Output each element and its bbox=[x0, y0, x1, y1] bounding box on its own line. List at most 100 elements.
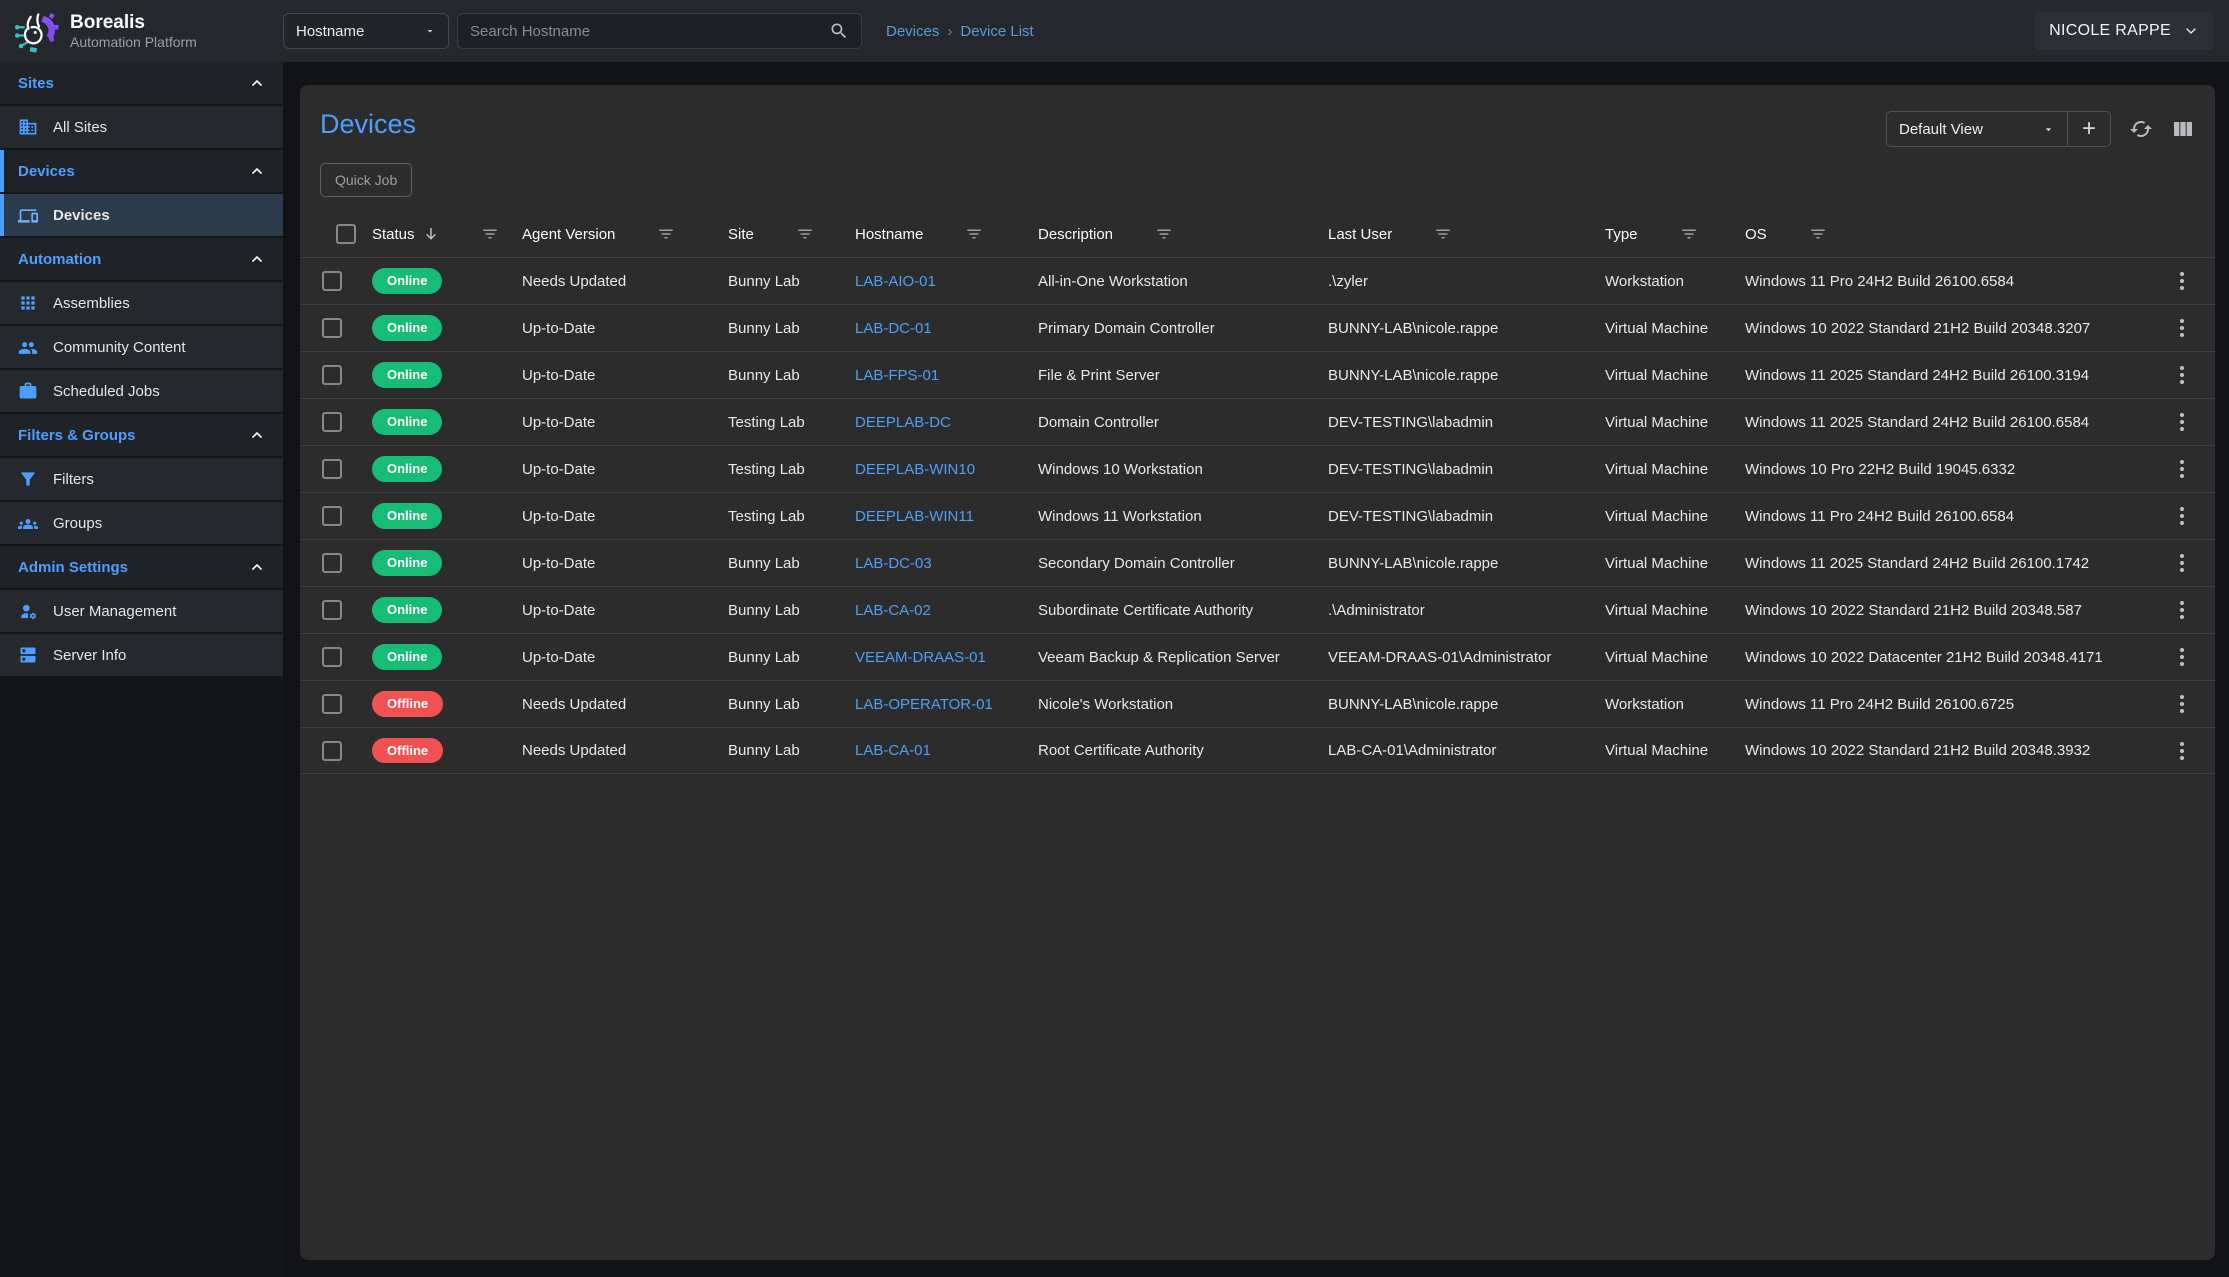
description-cell: All-in-One Workstation bbox=[1024, 273, 1314, 290]
sort-desc-icon bbox=[423, 226, 439, 242]
sidebar-item-user-management[interactable]: User Management bbox=[0, 590, 283, 634]
agent-version-cell: Up-to-Date bbox=[508, 414, 714, 431]
select-all-checkbox[interactable] bbox=[336, 224, 356, 244]
view-selector[interactable]: Default View bbox=[1887, 112, 2067, 146]
hostname-link[interactable]: LAB-FPS-01 bbox=[855, 367, 939, 384]
row-checkbox[interactable] bbox=[322, 741, 342, 761]
column-header-description[interactable]: Description bbox=[1024, 225, 1314, 243]
row-checkbox[interactable] bbox=[322, 506, 342, 526]
row-actions-menu-icon[interactable] bbox=[2174, 736, 2190, 766]
brand-text: Borealis Automation Platform bbox=[70, 12, 197, 50]
row-checkbox[interactable] bbox=[322, 600, 342, 620]
sidebar-section-admin-settings[interactable]: Admin Settings bbox=[0, 546, 283, 590]
row-checkbox[interactable] bbox=[322, 412, 342, 432]
sidebar-section-sites[interactable]: Sites bbox=[0, 62, 283, 106]
filter-icon[interactable] bbox=[796, 225, 814, 243]
row-checkbox[interactable] bbox=[322, 271, 342, 291]
hostname-link[interactable]: DEEPLAB-WIN10 bbox=[855, 461, 975, 478]
filter-icon[interactable] bbox=[1155, 225, 1173, 243]
sidebar-item-filters[interactable]: Filters bbox=[0, 458, 283, 502]
search-field-selector[interactable]: Hostname bbox=[283, 13, 449, 49]
sidebar-item-label: All Sites bbox=[53, 119, 107, 136]
add-view-button[interactable]: + bbox=[2068, 112, 2110, 146]
user-menu[interactable]: NICOLE RAPPE bbox=[2035, 12, 2213, 50]
row-checkbox[interactable] bbox=[322, 365, 342, 385]
breadcrumb: Devices › Device List bbox=[886, 23, 1034, 40]
table-row: Online Up-to-Date Testing Lab DEEPLAB-DC… bbox=[300, 398, 2215, 445]
columns-button[interactable] bbox=[2171, 117, 2195, 141]
sidebar-section-filters-groups[interactable]: Filters & Groups bbox=[0, 414, 283, 458]
filter-icon[interactable] bbox=[1680, 225, 1698, 243]
row-actions-menu-icon[interactable] bbox=[2174, 595, 2190, 625]
chevron-up-icon bbox=[249, 427, 265, 443]
hostname-link[interactable]: LAB-AIO-01 bbox=[855, 273, 936, 290]
row-actions-menu-icon[interactable] bbox=[2174, 642, 2190, 672]
row-actions-menu-icon[interactable] bbox=[2174, 689, 2190, 719]
column-header-site[interactable]: Site bbox=[714, 225, 841, 243]
hostname-link[interactable]: VEEAM-DRAAS-01 bbox=[855, 649, 986, 666]
hostname-link[interactable]: DEEPLAB-DC bbox=[855, 414, 951, 431]
sidebar-section-automation[interactable]: Automation bbox=[0, 238, 283, 282]
hostname-link[interactable]: LAB-OPERATOR-01 bbox=[855, 696, 993, 713]
row-checkbox[interactable] bbox=[322, 694, 342, 714]
sidebar-section-devices[interactable]: Devices bbox=[0, 150, 283, 194]
table-row: Online Up-to-Date Testing Lab DEEPLAB-WI… bbox=[300, 445, 2215, 492]
site-cell: Bunny Lab bbox=[714, 649, 841, 666]
row-checkbox[interactable] bbox=[322, 647, 342, 667]
hostname-link[interactable]: DEEPLAB-WIN11 bbox=[855, 508, 974, 525]
description-cell: Primary Domain Controller bbox=[1024, 320, 1314, 337]
row-actions-menu-icon[interactable] bbox=[2174, 501, 2190, 531]
sidebar-item-server-info[interactable]: Server Info bbox=[0, 634, 283, 678]
filter-icon[interactable] bbox=[965, 225, 983, 243]
site-cell: Testing Lab bbox=[714, 461, 841, 478]
sidebar-item-scheduled-jobs[interactable]: Scheduled Jobs bbox=[0, 370, 283, 414]
sidebar-item-all-sites[interactable]: All Sites bbox=[0, 106, 283, 150]
row-actions-menu-icon[interactable] bbox=[2174, 407, 2190, 437]
column-header-hostname[interactable]: Hostname bbox=[841, 225, 1024, 243]
column-header-type[interactable]: Type bbox=[1591, 225, 1731, 243]
filter-icon[interactable] bbox=[657, 225, 675, 243]
hostname-link[interactable]: LAB-DC-03 bbox=[855, 555, 932, 572]
chevron-up-icon bbox=[249, 251, 265, 267]
last-user-cell: BUNNY-LAB\nicole.rappe bbox=[1314, 320, 1591, 337]
type-cell: Virtual Machine bbox=[1591, 367, 1731, 384]
hostname-link[interactable]: LAB-CA-01 bbox=[855, 742, 931, 759]
last-user-cell: LAB-CA-01\Administrator bbox=[1314, 742, 1591, 759]
row-actions-menu-icon[interactable] bbox=[2174, 360, 2190, 390]
row-actions-menu-icon[interactable] bbox=[2174, 266, 2190, 296]
column-header-agent-version[interactable]: Agent Version bbox=[508, 225, 714, 243]
breadcrumb-devices[interactable]: Devices bbox=[886, 23, 939, 40]
row-actions-menu-icon[interactable] bbox=[2174, 548, 2190, 578]
last-user-cell: .\Administrator bbox=[1314, 602, 1591, 619]
hostname-link[interactable]: LAB-DC-01 bbox=[855, 320, 932, 337]
sidebar-item-assemblies[interactable]: Assemblies bbox=[0, 282, 283, 326]
refresh-button[interactable] bbox=[2129, 117, 2153, 141]
row-checkbox[interactable] bbox=[322, 318, 342, 338]
row-actions-menu-icon[interactable] bbox=[2174, 313, 2190, 343]
filter-icon[interactable] bbox=[1434, 225, 1452, 243]
column-header-os[interactable]: OS bbox=[1731, 225, 2149, 243]
breadcrumb-device-list[interactable]: Device List bbox=[960, 23, 1033, 40]
quick-job-button[interactable]: Quick Job bbox=[320, 163, 412, 197]
row-actions-menu-icon[interactable] bbox=[2174, 454, 2190, 484]
scheduled-jobs-icon bbox=[18, 381, 38, 401]
site-cell: Bunny Lab bbox=[714, 555, 841, 572]
column-header-status[interactable]: Status bbox=[358, 225, 508, 243]
filter-icon[interactable] bbox=[1809, 225, 1827, 243]
filter-icon[interactable] bbox=[481, 225, 499, 243]
sidebar-item-community-content[interactable]: Community Content bbox=[0, 326, 283, 370]
hostname-link[interactable]: LAB-CA-02 bbox=[855, 602, 931, 619]
os-cell: Windows 11 Pro 24H2 Build 26100.6584 bbox=[1731, 508, 2149, 525]
status-badge: Offline bbox=[372, 738, 443, 764]
agent-version-cell: Up-to-Date bbox=[508, 649, 714, 666]
breadcrumb-separator: › bbox=[947, 23, 952, 40]
table-row: Offline Needs Updated Bunny Lab LAB-OPER… bbox=[300, 680, 2215, 727]
search-icon[interactable] bbox=[829, 21, 849, 41]
chevron-up-icon bbox=[249, 163, 265, 179]
sidebar-item-groups[interactable]: Groups bbox=[0, 502, 283, 546]
column-header-last-user[interactable]: Last User bbox=[1314, 225, 1591, 243]
search-input[interactable] bbox=[470, 23, 829, 40]
row-checkbox[interactable] bbox=[322, 459, 342, 479]
row-checkbox[interactable] bbox=[322, 553, 342, 573]
sidebar-item-devices[interactable]: Devices bbox=[0, 194, 283, 238]
